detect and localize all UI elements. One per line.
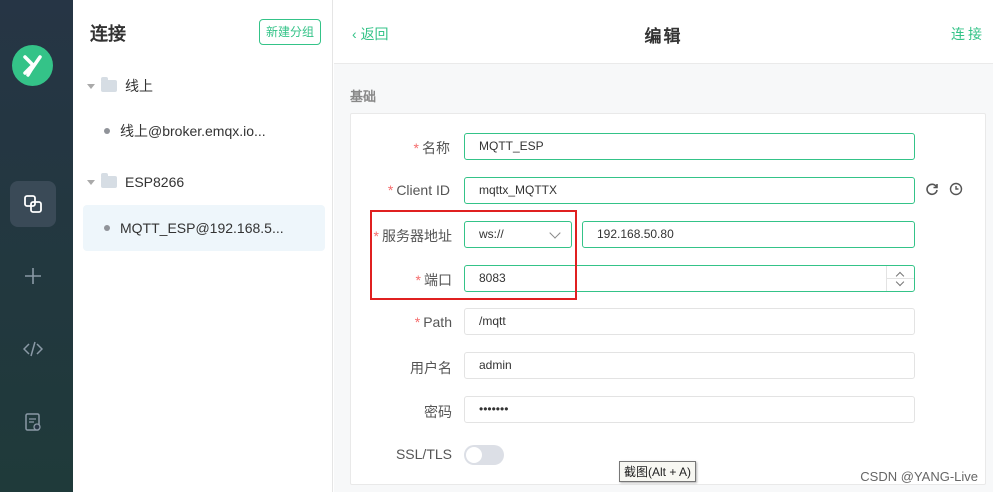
group-esp8266[interactable]: ESP8266 <box>87 172 184 192</box>
script-nav-button[interactable] <box>10 326 56 372</box>
chevron-down-icon[interactable] <box>895 277 905 287</box>
section-title: 基础 <box>350 89 377 104</box>
connection-label: 线上@broker.emqx.io... <box>120 123 266 139</box>
connection-label: MQTT_ESP@192.168.5... <box>120 220 284 236</box>
log-nav-button[interactable] <box>10 399 56 445</box>
log-icon <box>25 413 41 431</box>
watermark: CSDN @YANG-Live <box>860 469 978 484</box>
new-group-button[interactable]: 新建分组 <box>259 19 321 45</box>
username-label: 用户名 <box>410 360 452 376</box>
port-stepper[interactable] <box>886 266 914 291</box>
group-label: ESP8266 <box>125 174 185 190</box>
mqttx-logo <box>12 45 53 86</box>
connections-nav-button[interactable] <box>10 181 56 227</box>
ssl-toggle[interactable] <box>464 445 504 465</box>
connections-title: 连接 <box>90 24 126 44</box>
caret-down-icon <box>87 179 95 185</box>
group-label: 线上 <box>125 78 153 94</box>
connection-item-active[interactable]: MQTT_ESP@192.168.5... <box>83 205 325 251</box>
folder-icon <box>101 77 117 92</box>
connections-icon <box>24 195 42 213</box>
client-id-input[interactable]: mqttx_MQTTX <box>464 177 915 204</box>
new-connection-nav-button[interactable] <box>10 253 56 299</box>
client-id-label: * Client ID <box>387 182 450 198</box>
password-label: 密码 <box>424 404 452 420</box>
connection-item[interactable]: 线上@broker.emqx.io... <box>83 108 325 154</box>
ssl-label: SSL/TLS <box>395 446 452 462</box>
plus-icon <box>25 268 41 284</box>
clock-icon[interactable] <box>949 182 963 199</box>
caret-down-icon <box>87 83 95 89</box>
code-icon <box>23 341 43 357</box>
page-title: 编辑 <box>644 27 683 46</box>
name-input[interactable]: MQTT_ESP <box>464 133 915 160</box>
username-input[interactable]: admin <box>464 352 915 379</box>
connections-panel: 连接 新建分组 线上 线上@broker.emqx.io... ESP8266 … <box>73 0 333 492</box>
toggle-knob <box>466 447 482 463</box>
status-dot <box>104 225 110 231</box>
folder-icon <box>101 173 117 188</box>
connect-button[interactable]: 连接 <box>951 24 985 44</box>
annotation-highlight-box <box>370 210 577 300</box>
path-label: * Path <box>414 314 452 330</box>
app-sidebar <box>0 0 73 492</box>
path-input[interactable]: /mqtt <box>464 308 915 335</box>
refresh-icon[interactable] <box>925 182 939 199</box>
group-online[interactable]: 线上 <box>87 76 153 96</box>
screenshot-tooltip: 截图(Alt + A) <box>619 461 697 482</box>
name-label: * 名称 <box>413 140 450 156</box>
password-input[interactable]: ••••••• <box>464 396 915 423</box>
edit-header: ‹ 返回 编辑 连接 <box>334 0 993 64</box>
status-dot <box>104 128 110 134</box>
host-input[interactable]: 192.168.50.80 <box>582 221 915 248</box>
